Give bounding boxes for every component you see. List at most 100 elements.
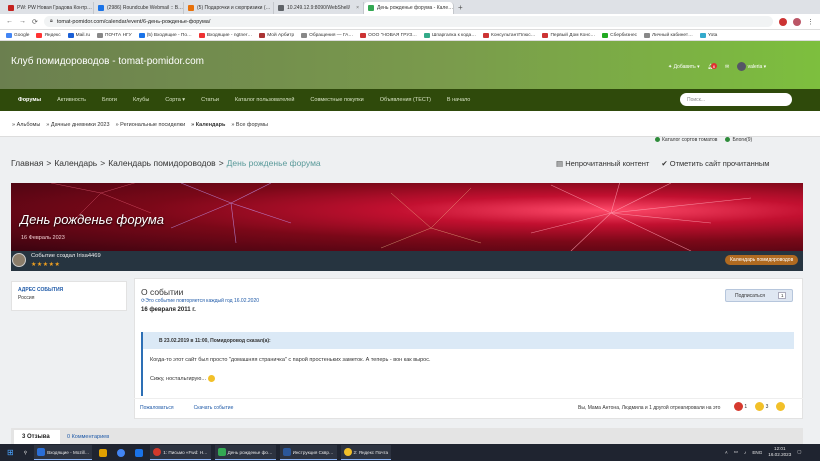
forward-icon[interactable]: → — [19, 18, 26, 25]
subnav-albums[interactable]: » Альбомы — [12, 122, 40, 128]
search-icon[interactable]: ⚲ — [21, 445, 30, 460]
calendar-badge[interactable]: Календарь помидороводов — [725, 255, 799, 265]
nav-clubs[interactable]: Клубы — [133, 97, 149, 103]
breadcrumb-calendar-growers[interactable]: Календарь помидороводов — [108, 158, 216, 168]
reviews-tabs — [11, 428, 803, 444]
link-blogs[interactable]: Блоги(9) — [725, 137, 752, 143]
clock[interactable]: 12:01 16.02.2023 — [768, 446, 791, 458]
site-title[interactable]: Клуб помидороводов - tomat-pomidor.com — [11, 56, 204, 67]
favicon-icon — [8, 5, 14, 11]
taskbar-app[interactable]: День рожденье фо… — [214, 445, 276, 460]
bookmark-item[interactable]: Сбербизнес — [602, 32, 637, 38]
reload-icon[interactable]: ⟳ — [32, 18, 38, 26]
url-input[interactable]: 🔒︎ tomat-pomidor.com/calendar/event/6-ден… — [43, 16, 773, 27]
notification-center-icon[interactable]: ▢ — [797, 449, 801, 455]
bookmark-item[interactable]: Mail.ru — [67, 32, 90, 38]
react-button-icon[interactable] — [776, 402, 786, 411]
profile-icon[interactable] — [793, 17, 801, 26]
download-event-link[interactable]: Скачать событие — [194, 405, 234, 411]
nav-activity[interactable]: Активность — [57, 97, 86, 103]
bookmark-icon — [97, 32, 104, 38]
browser-tab-1[interactable]: PW: PW Новая Градова Контр…× — [4, 2, 94, 14]
subnav-diaries[interactable]: » Дачные дневники 2023 — [46, 122, 109, 128]
bookmark-icon — [602, 32, 609, 38]
reaction-count: 1 — [744, 403, 748, 410]
chevron-up-icon[interactable]: ˄ — [725, 450, 728, 455]
menu-icon[interactable]: ⋮ — [807, 18, 814, 26]
volume-icon[interactable]: ♪ — [744, 450, 746, 455]
list-icon: ▤ — [556, 159, 564, 168]
app-icon — [135, 448, 144, 457]
envelope-icon[interactable]: ✉ — [725, 64, 729, 70]
nav-articles[interactable]: Статьи — [201, 97, 219, 103]
windows-icon: ⊞ — [7, 448, 14, 457]
nav-blogs[interactable]: Блоги — [102, 97, 117, 103]
nav-user-catalog[interactable]: Каталог пользователей — [235, 97, 295, 103]
extension-icon[interactable] — [779, 17, 787, 26]
avatar[interactable] — [12, 253, 26, 267]
breadcrumb-home[interactable]: Главная — [11, 158, 43, 168]
taskbar-app[interactable] — [114, 445, 128, 460]
tab-comments[interactable]: 0 Комментариев — [67, 434, 109, 440]
event-creator[interactable]: Событие создал Irisa4469 — [31, 253, 101, 259]
taskbar-app[interactable]: 2: Яндекс Почта — [340, 445, 392, 460]
bookmark-item[interactable]: Мой Арбитр — [259, 32, 294, 38]
bookmark-item[interactable]: Первый Дом Конс… — [542, 32, 596, 38]
taskbar-label: Входящие - Mozill… — [47, 449, 90, 455]
bookmark-item[interactable]: ООО "НОВАЯ ГРУЗ… — [360, 32, 417, 38]
bookmark-item[interactable]: (5) Входящие - По… — [138, 32, 192, 38]
taskbar-app[interactable] — [96, 445, 110, 460]
bookmark-item[interactable]: ПОЧТА НГУ — [97, 32, 132, 38]
mark-read-link[interactable]: ✔ Отметить сайт прочитанным — [661, 159, 769, 168]
bookmark-item[interactable]: Google — [6, 32, 29, 38]
user-menu[interactable]: valeria ▾ — [737, 62, 766, 71]
browser-tab-4[interactable]: 10.249.12.9:8090/WebShell/ × — [274, 2, 364, 14]
unread-content-link[interactable]: ▤ Непрочитанный контент — [556, 159, 649, 168]
link-varieties-catalog[interactable]: Каталог сортов томатов — [655, 137, 717, 143]
bookmark-item[interactable]: Яндекс — [36, 32, 61, 38]
bookmark-label: Первый Дом Конс… — [550, 32, 596, 38]
taskbar-app[interactable] — [132, 445, 146, 460]
language-indicator[interactable]: ENG — [752, 450, 762, 455]
nav-joint-purchases[interactable]: Совместные покупки — [310, 97, 363, 103]
browser-tab-2[interactable]: (2986) Roundcube Webmail :: В…× — [94, 2, 184, 14]
nav-varieties[interactable]: Сорта ▾ — [165, 97, 185, 103]
network-icon[interactable]: ▭ — [734, 449, 738, 455]
browser-tab-5[interactable]: День рожденье форума - Кале…× — [364, 2, 454, 14]
subscribe-button[interactable]: Подписаться 1 — [725, 289, 793, 302]
breadcrumb-calendar[interactable]: Календарь — [54, 158, 97, 168]
subnav-all-forums[interactable]: » Все форумы — [231, 122, 268, 128]
notifications-button[interactable]: 🔔︎6 — [708, 63, 717, 70]
bookmark-item[interactable]: Шпаргалка к кодa… — [423, 32, 476, 38]
nav-home[interactable]: В начало — [447, 97, 470, 103]
nav-forums[interactable]: Форумы — [18, 97, 41, 103]
browser-tab-3[interactable]: (5) Подарочки и сюрпризики (…× — [184, 2, 274, 14]
report-link[interactable]: Пожаловаться — [140, 405, 174, 411]
bookmark-item[interactable]: Личный кабинет… — [644, 32, 693, 38]
taskbar-app[interactable]: Входящие - Mozill… — [34, 445, 93, 460]
taskbar-app[interactable]: 1: Письмо «Fwd: Н… — [150, 445, 211, 460]
bookmark-item[interactable]: КонсультантПлюс… — [483, 32, 535, 38]
add-button[interactable]: ✦ Добавить ▾ — [668, 64, 700, 70]
subnav-calendar[interactable]: » Календарь — [191, 122, 225, 128]
subnav-regional[interactable]: » Региональные посиделки — [116, 122, 186, 128]
close-icon[interactable]: × — [356, 2, 359, 14]
mail-icon — [37, 448, 46, 456]
search-input[interactable]: Поиск... — [680, 93, 792, 106]
reaction-heart[interactable]: 1 — [734, 402, 747, 411]
taskbar-app[interactable]: Инструкция Сквр… — [279, 445, 337, 460]
bookmark-item[interactable]: Yota — [699, 32, 717, 38]
tab-reviews[interactable]: 3 Отзыва — [14, 430, 60, 444]
start-button[interactable]: ⊞ — [4, 445, 17, 460]
new-tab-button[interactable]: + — [458, 2, 463, 14]
event-date: 16 Февраль 2023 — [21, 235, 65, 241]
reactions-summary[interactable]: Вы, Мама Антона, Людмила и 1 другой отре… — [578, 405, 720, 411]
quote-header[interactable]: В 23.02.2019 в 11:00, Помидоровод сказал… — [143, 332, 794, 349]
bookmark-item[interactable]: Входящие - ngtner… — [198, 32, 252, 38]
favicon-icon — [278, 5, 284, 11]
reaction-smile[interactable]: 3 — [755, 402, 768, 411]
bookmark-item[interactable]: Обращения — ГА… — [301, 32, 353, 38]
back-icon[interactable]: ← — [6, 18, 13, 25]
nav-ads[interactable]: Объявления (ТЕСТ) — [380, 97, 431, 103]
mark-read-label: Отметить сайт прочитанным — [669, 159, 770, 168]
